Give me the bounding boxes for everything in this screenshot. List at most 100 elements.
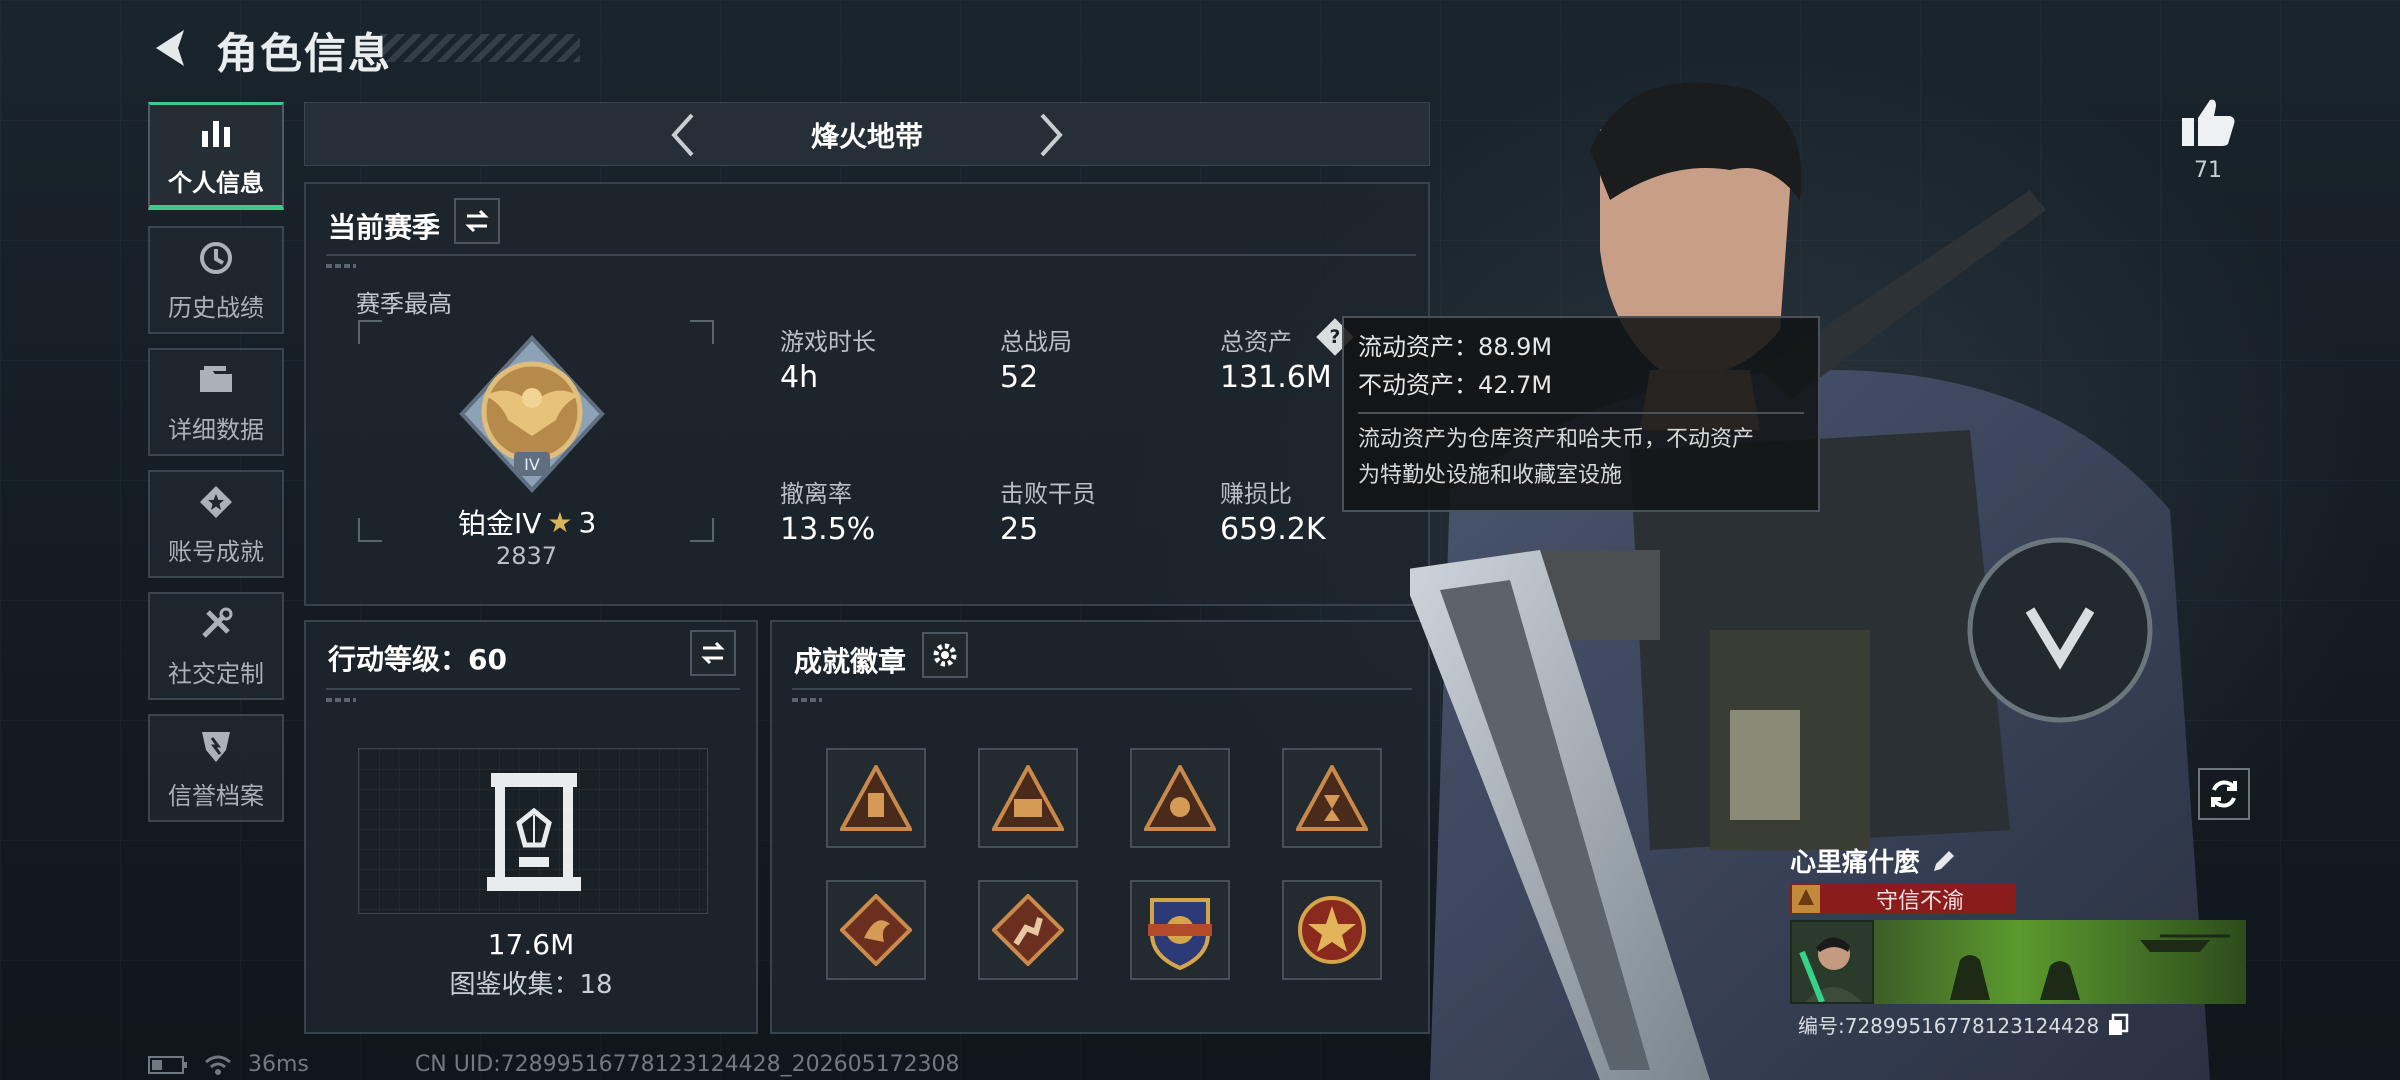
shield-badge-icon	[1148, 898, 1212, 970]
badge-slot[interactable]	[1130, 748, 1230, 848]
sidebar-item-label: 历史战绩	[168, 293, 264, 322]
sidebar-item-history[interactable]: 历史战绩	[148, 226, 284, 334]
honor-tag: 守信不渝	[1790, 884, 2016, 914]
mode-title: 烽火地带	[810, 120, 923, 153]
tick-decoration	[326, 264, 356, 268]
tooltip-desc-line1: 流动资产为仓库资产和哈夫币，不动资产	[1358, 427, 1755, 452]
ping-value: 36ms	[248, 1052, 309, 1077]
chevron-right-icon	[1040, 113, 1063, 157]
player-name-row: 心里痛什麼	[1790, 842, 1958, 879]
edit-icon[interactable]	[1930, 847, 1958, 875]
title-decoration	[380, 34, 580, 62]
badge-slot[interactable]	[1130, 880, 1230, 980]
back-arrow-icon	[156, 30, 184, 66]
star-icon: ★	[547, 505, 573, 539]
badge-slot[interactable]	[826, 880, 926, 980]
bar-chart-icon	[202, 120, 230, 147]
sidebar-item-details[interactable]: 详细数据	[148, 348, 284, 456]
refresh-button[interactable]	[2198, 768, 2250, 820]
stat-ratio-label: 赚损比	[1220, 480, 1292, 508]
tick-decoration	[326, 698, 356, 702]
history-icon	[200, 241, 232, 274]
svg-text:IV: IV	[524, 455, 540, 474]
sidebar-item-profile[interactable]: 个人信息	[148, 102, 284, 210]
achievement-icon	[200, 485, 232, 518]
collection-value: 17.6M	[487, 928, 575, 961]
mode-switcher: 烽火地带	[304, 102, 1430, 166]
copy-icon[interactable]	[2107, 1013, 2129, 1037]
uid-text: CN UID:7289951677812312442​8_20260517230…	[414, 1052, 960, 1077]
sidebar-item-label: 账号成就	[168, 537, 264, 566]
liquid-assets-text: 流动资产：88.9M	[1358, 333, 1553, 361]
stat-extract-label: 撤离率	[780, 480, 852, 508]
badge-slot[interactable]	[1282, 748, 1382, 848]
page-title: 角色信息	[216, 29, 393, 78]
season-panel: 当前赛季 赛季最高 IV 铂金IV ★ 3 2837 游戏时长 4h 总战局 5…	[304, 182, 1430, 606]
battery-icon	[148, 1055, 187, 1074]
stat-kills-value: 25	[1000, 512, 1039, 547]
badge-slot[interactable]	[978, 748, 1078, 848]
badges-settings-button[interactable]	[922, 632, 968, 678]
sidebar-item-credit[interactable]: 信誉档案	[148, 714, 284, 822]
fixed-assets-text: 不动资产：42.7M	[1358, 371, 1553, 399]
stat-assets-value: 131.6M	[1220, 360, 1332, 395]
season-switch-button[interactable]	[454, 198, 500, 244]
sidebar-item-social[interactable]: 社交定制	[148, 592, 284, 700]
swap-icon	[465, 209, 489, 233]
player-banner	[1790, 920, 2246, 1004]
action-level-panel: 行动等级：60 17.6M 图鉴收集：18	[304, 620, 758, 1034]
stat-kills-label: 击败干员	[1000, 480, 1096, 508]
avatar[interactable]	[1790, 920, 1874, 1004]
avatar-portrait-icon	[1799, 937, 1862, 1004]
wifi-icon	[205, 1055, 231, 1075]
badge-slot[interactable]	[826, 748, 926, 848]
stat-ratio-value: 659.2K	[1220, 512, 1326, 547]
credit-shield-icon	[202, 731, 230, 762]
rank-line: 铂金IV ★ 3	[458, 502, 596, 542]
sidebar-item-achievements[interactable]: 账号成就	[148, 470, 284, 578]
like-button[interactable]	[2180, 96, 2236, 152]
stat-matches-label: 总战局	[1000, 328, 1072, 356]
triangle-badge-icon	[840, 765, 912, 831]
honor-title: 守信不渝	[1875, 889, 1964, 914]
refresh-icon	[2211, 780, 2237, 808]
triangle-badge-icon	[1296, 765, 1368, 831]
badge-slot[interactable]	[978, 880, 1078, 980]
star-medal-icon	[1298, 896, 1366, 964]
back-button[interactable]	[148, 24, 192, 72]
tooltip-desc-line2: 为特勤处设施和收藏室设施	[1358, 463, 1623, 488]
gear-icon	[933, 643, 957, 667]
divider	[792, 688, 1412, 690]
season-best-label: 赛季最高	[356, 290, 452, 318]
tools-icon	[202, 607, 233, 638]
divider	[326, 254, 1416, 256]
banner-soldiers-icon	[1950, 934, 2230, 1000]
rank-name: 铂金IV	[458, 507, 542, 540]
season-title: 当前赛季	[328, 211, 441, 244]
thumbs-up-icon	[2182, 99, 2235, 146]
sidebar-item-label: 信誉档案	[168, 781, 264, 810]
badges-panel: 成就徽章	[770, 620, 1430, 1034]
stat-playtime-value: 4h	[780, 360, 819, 395]
level-switch-button[interactable]	[690, 630, 736, 676]
tooltip-divider	[1358, 412, 1804, 414]
collection-display	[358, 748, 708, 914]
assets-tooltip: 流动资产：88.9M 不动资产：42.7M 流动资产为仓库资产和哈夫币，不动资产…	[1342, 316, 1820, 512]
rank-stars: 3	[578, 505, 597, 539]
badges-title: 成就徽章	[794, 645, 907, 678]
sidebar-item-label: 个人信息	[168, 168, 264, 197]
runner-badge-icon	[992, 894, 1064, 966]
collection-count: 图鉴收集：18	[449, 970, 613, 1000]
player-name: 心里痛什麼	[1790, 848, 1921, 878]
tick-decoration	[792, 698, 822, 702]
badge-slot[interactable]	[1282, 880, 1382, 980]
like-count: 71	[2194, 158, 2222, 183]
sidebar-item-label: 社交定制	[168, 659, 264, 688]
divider	[326, 688, 740, 690]
rank-emblem-icon: IV	[459, 335, 605, 493]
stat-assets-label: 总资产	[1220, 328, 1292, 356]
sidebar-item-label: 详细数据	[168, 415, 264, 444]
stat-extract-value: 13.5%	[780, 512, 876, 547]
triangle-badge-icon	[1144, 765, 1216, 831]
next-mode-button[interactable]	[1027, 111, 1075, 159]
